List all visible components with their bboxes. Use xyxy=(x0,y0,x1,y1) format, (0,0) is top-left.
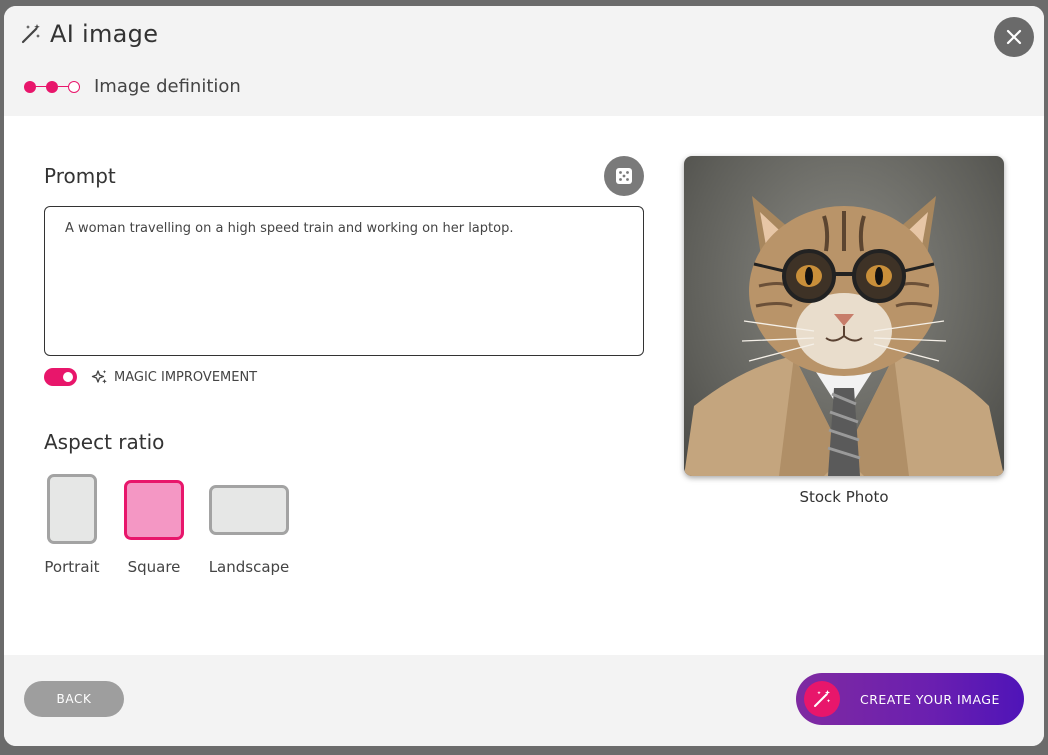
prompt-textarea[interactable]: A woman travelling on a high speed train… xyxy=(44,206,644,356)
aspect-option-label: Square xyxy=(127,558,181,576)
sparkles-icon xyxy=(91,369,107,384)
dialog-header: AI image Image definition xyxy=(4,6,1044,116)
step-indicator-row: Image definition xyxy=(24,76,241,97)
magic-improvement-label-group: MAGIC IMPROVEMENT xyxy=(91,369,257,386)
back-button[interactable]: BACK xyxy=(24,681,124,717)
random-prompt-button[interactable] xyxy=(604,156,644,196)
step-progress xyxy=(24,80,80,93)
step-label: Image definition xyxy=(94,76,241,97)
ai-image-dialog: AI image Image definition Prompt A woman… xyxy=(4,6,1044,746)
create-image-label: CREATE YOUR IMAGE xyxy=(860,691,1000,707)
aspect-option-square[interactable]: Square xyxy=(124,480,184,576)
magic-improvement-row: MAGIC IMPROVEMENT xyxy=(44,368,257,386)
stock-photo-preview[interactable] xyxy=(684,156,1004,476)
step-dot-complete xyxy=(24,80,36,93)
step-dot-current xyxy=(46,80,58,93)
close-button[interactable] xyxy=(994,17,1034,57)
landscape-shape xyxy=(209,485,289,535)
step-dot-pending xyxy=(68,80,80,93)
square-shape xyxy=(124,480,184,540)
magic-improvement-toggle[interactable] xyxy=(44,368,77,386)
aspect-option-label: Landscape xyxy=(208,558,290,576)
magic-wand-icon xyxy=(20,23,42,45)
portrait-shape xyxy=(47,474,97,544)
aspect-option-label: Portrait xyxy=(44,558,100,576)
close-icon xyxy=(1006,29,1022,45)
create-image-icon-wrapper xyxy=(804,681,840,717)
aspect-option-portrait[interactable]: Portrait xyxy=(44,474,100,576)
dialog-footer: BACK CREATE YOUR IMAGE xyxy=(4,655,1044,746)
toggle-knob xyxy=(63,372,73,382)
dialog-title-row: AI image xyxy=(20,20,158,48)
prompt-heading: Prompt xyxy=(44,164,116,188)
preview-caption: Stock Photo xyxy=(799,488,889,506)
dialog-title: AI image xyxy=(50,20,159,48)
cat-in-glasses-image xyxy=(684,196,1004,476)
magic-wand-icon xyxy=(814,690,831,707)
aspect-option-landscape[interactable]: Landscape xyxy=(209,485,289,576)
create-image-button[interactable]: CREATE YOUR IMAGE xyxy=(796,673,1024,725)
magic-improvement-label: MAGIC IMPROVEMENT xyxy=(114,369,258,385)
dice-icon xyxy=(616,168,632,184)
aspect-ratio-heading: Aspect ratio xyxy=(44,430,165,454)
